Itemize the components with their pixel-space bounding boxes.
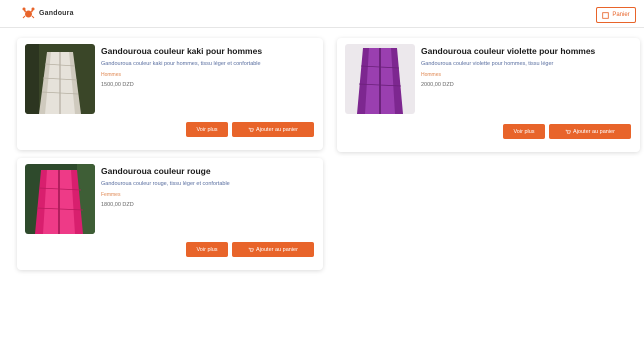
product-card: Gandouroua couleur violette pour hommes … <box>337 38 640 152</box>
cart-icon <box>248 127 254 131</box>
top-navbar: Gandoura Panier <box>0 0 644 28</box>
product-price: 1500,00 DZD <box>101 82 134 88</box>
cart-button-label: Panier <box>612 12 630 18</box>
product-description: Gandouroua couleur rouge, tissu léger et… <box>101 181 230 187</box>
cart-icon <box>565 129 571 133</box>
view-more-label: Voir plus <box>196 126 218 133</box>
product-image[interactable] <box>25 164 95 234</box>
cart-icon <box>248 247 254 251</box>
add-to-cart-label: Ajouter au panier <box>256 246 298 253</box>
product-price: 1800,00 DZD <box>101 202 134 208</box>
product-category: Femmes <box>101 192 121 198</box>
product-card: Gandouroua couleur rouge Gandouroua coul… <box>17 158 323 270</box>
add-to-cart-button[interactable]: Ajouter au panier <box>232 122 314 137</box>
product-category: Hommes <box>421 72 442 78</box>
product-title[interactable]: Gandouroua couleur kaki pour hommes <box>101 46 317 57</box>
cart-icon <box>602 11 610 19</box>
cart-button[interactable]: Panier <box>596 7 636 23</box>
brand-name: Gandoura <box>39 9 74 17</box>
view-more-label: Voir plus <box>513 128 535 135</box>
product-category: Hommes <box>101 72 122 78</box>
product-price: 2000,00 DZD <box>421 82 454 88</box>
product-image[interactable] <box>25 44 95 114</box>
view-more-label: Voir plus <box>196 246 218 253</box>
product-image[interactable] <box>345 44 415 114</box>
view-more-button[interactable]: Voir plus <box>186 242 228 257</box>
crab-logo-icon <box>22 7 35 19</box>
product-description: Gandouroua couleur kaki pour hommes, tis… <box>101 61 261 67</box>
brand[interactable]: Gandoura <box>22 7 74 19</box>
add-to-cart-button[interactable]: Ajouter au panier <box>232 242 314 257</box>
product-card: Gandouroua couleur kaki pour hommes Gand… <box>17 38 323 150</box>
add-to-cart-label: Ajouter au panier <box>256 126 298 133</box>
add-to-cart-button[interactable]: Ajouter au panier <box>549 124 631 139</box>
add-to-cart-label: Ajouter au panier <box>573 128 615 135</box>
product-title[interactable]: Gandouroua couleur rouge <box>101 166 317 177</box>
product-title[interactable]: Gandouroua couleur violette pour hommes <box>421 46 634 57</box>
view-more-button[interactable]: Voir plus <box>186 122 228 137</box>
product-description: Gandouroua couleur violette pour hommes,… <box>421 61 554 67</box>
view-more-button[interactable]: Voir plus <box>503 124 545 139</box>
